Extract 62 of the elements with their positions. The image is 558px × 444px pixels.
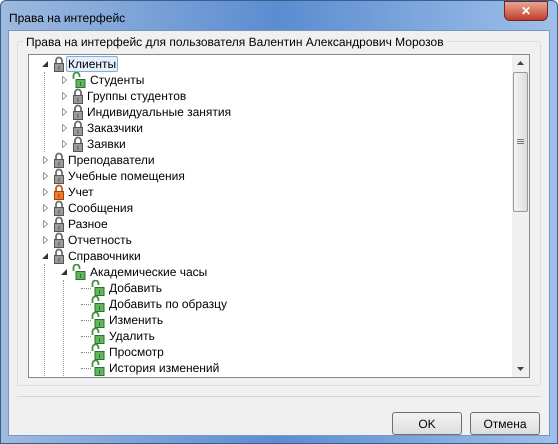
- expand-icon[interactable]: [62, 108, 66, 116]
- collapse-icon[interactable]: [42, 61, 48, 67]
- tree-item[interactable]: Индивидуальные занятия: [85, 104, 234, 120]
- padlock-icon: [53, 56, 65, 72]
- tree-item[interactable]: Добавить по образцу: [107, 296, 230, 312]
- tree-item[interactable]: Добавить: [107, 280, 164, 296]
- expand-icon[interactable]: [42, 172, 48, 180]
- padlock-icon: [72, 120, 84, 136]
- padlock-icon: [72, 104, 84, 120]
- tree-item[interactable]: Сообщения: [66, 200, 136, 216]
- tree-item[interactable]: Заявки: [85, 136, 128, 152]
- expand-icon[interactable]: [42, 236, 48, 244]
- tree-item[interactable]: Справочники: [66, 248, 143, 264]
- open-padlock-icon: [91, 344, 106, 360]
- tree-item[interactable]: Просмотр: [107, 344, 166, 360]
- tree-item[interactable]: История изменений: [107, 360, 222, 376]
- expand-icon[interactable]: [42, 204, 48, 212]
- padlock-icon: [53, 248, 65, 264]
- expand-icon[interactable]: [62, 76, 66, 84]
- tree-item[interactable]: Заказчики: [85, 120, 145, 136]
- padlock-icon: [53, 152, 65, 168]
- expand-icon[interactable]: [62, 124, 66, 132]
- dialog-button[interactable]: Отмена: [470, 412, 540, 435]
- tree-item[interactable]: Академические часы: [88, 264, 210, 280]
- scrollbar[interactable]: [512, 55, 529, 377]
- tree-item[interactable]: Учет: [66, 184, 96, 200]
- tree-item[interactable]: Удалить: [107, 328, 157, 344]
- expand-icon[interactable]: [42, 156, 48, 164]
- padlock-icon: [72, 88, 84, 104]
- open-padlock-icon: [91, 360, 106, 376]
- scrollbar-thumb[interactable]: [513, 72, 528, 212]
- tree-item[interactable]: Учебные помещения: [66, 168, 187, 184]
- padlock-icon: [53, 168, 65, 184]
- tree-item[interactable]: Изменить: [107, 312, 166, 328]
- tree-item[interactable]: Группы студентов: [85, 88, 188, 104]
- open-padlock-icon: [72, 72, 87, 88]
- group-caption: Права на интерфейс для пользователя Валентин Александрович Морозов: [24, 35, 446, 49]
- expand-icon[interactable]: [62, 140, 66, 148]
- padlock-icon: [53, 184, 65, 200]
- open-padlock-icon: [91, 328, 106, 344]
- expand-icon[interactable]: [42, 188, 48, 196]
- open-padlock-icon: [91, 312, 106, 328]
- tree-item[interactable]: Студенты: [88, 72, 146, 88]
- expand-icon[interactable]: [42, 220, 48, 228]
- expand-icon[interactable]: [62, 92, 66, 100]
- padlock-icon: [53, 232, 65, 248]
- scroll-down-icon[interactable]: [517, 367, 524, 371]
- padlock-icon: [72, 136, 84, 152]
- open-padlock-icon: [72, 264, 87, 280]
- tree-item[interactable]: Разное: [66, 216, 110, 232]
- tree-item[interactable]: Клиенты: [66, 56, 118, 72]
- collapse-icon[interactable]: [42, 253, 48, 259]
- scroll-up-icon[interactable]: [517, 61, 524, 65]
- tree-item[interactable]: Преподаватели: [66, 152, 157, 168]
- window-title: Права на интерфейс: [9, 10, 126, 27]
- open-padlock-icon: [91, 296, 106, 312]
- dialog-button[interactable]: OK: [392, 412, 462, 435]
- collapse-icon[interactable]: [61, 269, 67, 275]
- tree-item[interactable]: Отчетность: [66, 232, 134, 248]
- padlock-icon: [53, 216, 65, 232]
- padlock-icon: [53, 200, 65, 216]
- open-padlock-icon: [91, 280, 106, 296]
